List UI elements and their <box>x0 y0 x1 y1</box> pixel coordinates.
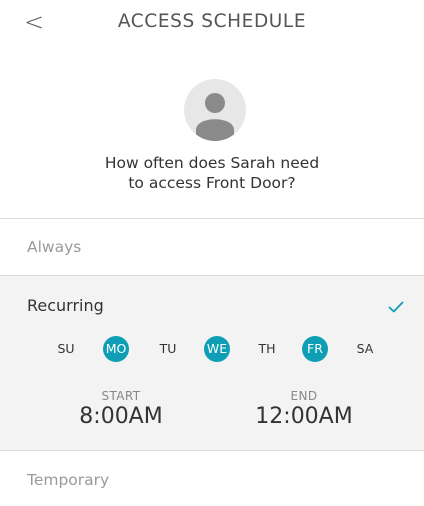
user-avatar-icon <box>184 79 246 141</box>
end-caption: END <box>290 389 318 403</box>
question-line-1: How often does Sarah need <box>104 154 320 172</box>
day-toggle-sa[interactable]: SA <box>352 336 378 362</box>
day-toggle-we[interactable]: WE <box>204 336 230 362</box>
end-time-value[interactable]: 12:00AM <box>229 403 379 431</box>
start-caption: START <box>101 389 141 403</box>
day-toggle-mo[interactable]: MO <box>103 336 129 362</box>
end-time-picker[interactable]: END 12:00AM <box>229 389 379 431</box>
option-recurring[interactable]: Recurring SU MO TU WE TH FR SA START 8:0… <box>0 275 424 451</box>
option-temporary-label: Temporary <box>27 471 110 489</box>
page-title: ACCESS SCHEDULE <box>117 11 307 32</box>
day-toggle-tu[interactable]: TU <box>155 336 181 362</box>
day-toggle-fr[interactable]: FR <box>302 336 328 362</box>
day-toggle-su[interactable]: SU <box>53 336 79 362</box>
checkmark-icon <box>388 298 404 317</box>
option-always-label: Always <box>27 238 82 256</box>
option-recurring-label: Recurring <box>27 296 104 315</box>
question-line-2: to access Front Door? <box>128 174 296 192</box>
start-time-picker[interactable]: START 8:00AM <box>46 389 196 431</box>
header-bar: < ACCESS SCHEDULE <box>0 0 424 44</box>
start-time-value[interactable]: 8:00AM <box>46 403 196 431</box>
access-question: How often does Sarah need to access Fron… <box>0 153 424 193</box>
weekday-selector: SU MO TU WE TH FR SA <box>0 336 424 362</box>
option-temporary[interactable]: Temporary <box>0 452 424 506</box>
option-always[interactable]: Always <box>0 219 424 275</box>
day-toggle-th[interactable]: TH <box>254 336 280 362</box>
